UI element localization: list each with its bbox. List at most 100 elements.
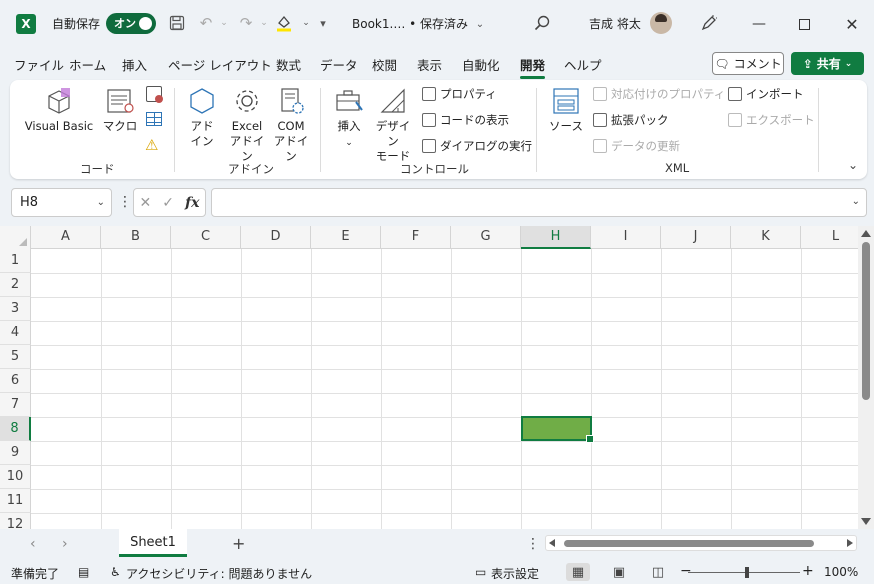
row-header-4[interactable]: 4 [0,321,31,345]
page-layout-view-icon[interactable]: ▣ [607,563,631,581]
close-icon[interactable]: ✕ [840,12,864,36]
vertical-scrollbar[interactable] [858,226,874,529]
accessibility-status[interactable]: アクセシビリティ: 問題ありません [126,565,312,582]
avatar[interactable] [650,12,672,34]
row-header-11[interactable]: 11 [0,489,31,513]
page-break-view-icon[interactable]: ◫ [646,563,670,581]
zoom-out-icon[interactable]: − [680,563,692,579]
redo-dropdown-icon[interactable]: ⌄ [254,13,274,33]
visual-basic-button[interactable]: Visual Basic [22,86,96,134]
column-header-j[interactable]: J [661,226,731,249]
row-header-6[interactable]: 6 [0,369,31,393]
customize-toolbar-icon[interactable]: ▾ [313,13,333,33]
cancel-icon[interactable]: ✕ [140,195,152,211]
cell-mode-icon[interactable]: ▤ [78,565,89,579]
spreadsheet-grid[interactable]: A B C D E F G H I J K L 1 2 3 4 5 6 7 8 … [0,226,858,529]
user-name[interactable]: 吉成 将太 [589,15,641,32]
addin-button[interactable]: アド イン [186,86,218,149]
row-header-9[interactable]: 9 [0,441,31,465]
tab-developer[interactable]: 開発 [520,53,546,79]
minimize-icon[interactable]: — [747,12,771,36]
record-macro-icon[interactable] [146,86,163,103]
run-dialog-button[interactable]: ダイアログの実行 [422,138,532,154]
more-options-icon[interactable]: ⋮ [118,194,132,210]
formula-expand-chevron-icon[interactable]: ⌄ [852,196,860,207]
view-code-button[interactable]: コードの表示 [422,112,509,128]
refresh-data-button[interactable]: データの更新 [593,138,680,154]
scroll-down-icon[interactable] [861,518,871,525]
row-header-3[interactable]: 3 [0,297,31,321]
tab-insert[interactable]: 挿入 [122,53,147,76]
scroll-up-icon[interactable] [861,230,871,237]
tab-automate[interactable]: 自動化 [462,53,500,76]
add-sheet-button[interactable]: + [232,534,245,553]
sheet-more-icon[interactable]: ⋮ [526,536,540,552]
expansion-packs-button[interactable]: 拡張パック [593,112,669,128]
row-header-5[interactable]: 5 [0,345,31,369]
comment-button[interactable]: 🗨 コメント [712,52,784,75]
row-header-2[interactable]: 2 [0,273,31,297]
row-header-10[interactable]: 10 [0,465,31,489]
sheet-prev-icon[interactable]: ‹ [30,536,36,552]
horizontal-scroll-thumb[interactable] [564,540,814,547]
column-header-a[interactable]: A [31,226,101,249]
scroll-right-icon[interactable] [847,539,853,547]
column-header-c[interactable]: C [171,226,241,249]
name-box-chevron-icon[interactable]: ⌄ [97,189,105,216]
tab-review[interactable]: 校閲 [372,53,397,76]
import-button[interactable]: インポート [728,86,804,102]
com-addin-button[interactable]: COM アドイン [270,86,312,164]
tab-page-layout[interactable]: ページ レイアウト [168,53,272,76]
search-icon[interactable] [532,13,552,33]
horizontal-scrollbar[interactable] [545,535,857,551]
design-mode-button[interactable]: デザイン モード [372,86,414,164]
properties-button[interactable]: プロパティ [422,86,497,102]
maximize-icon[interactable] [792,12,816,36]
column-header-l[interactable]: L [801,226,858,249]
tab-formulas[interactable]: 数式 [276,53,301,76]
zoom-slider[interactable] [688,572,800,573]
tab-help[interactable]: ヘルプ [564,53,602,76]
column-header-i[interactable]: I [591,226,661,249]
macro-security-icon[interactable]: ⚠ [145,136,158,154]
tab-home[interactable]: ホーム [69,53,106,76]
tab-view[interactable]: 表示 [417,53,442,76]
vertical-scroll-thumb[interactable] [862,242,870,400]
row-header-1[interactable]: 1 [0,249,31,273]
column-header-k[interactable]: K [731,226,801,249]
macro-button[interactable]: マクロ [100,86,140,134]
row-header-8[interactable]: 8 [0,417,31,441]
column-header-h[interactable]: H [521,226,591,249]
scroll-left-icon[interactable] [549,539,555,547]
normal-view-icon[interactable]: ▦ [566,563,590,581]
excel-addin-button[interactable]: Excel アドイン [226,86,268,164]
zoom-in-icon[interactable]: + [802,563,814,579]
enter-check-icon[interactable]: ✓ [162,195,174,211]
selected-cell-h8[interactable] [521,416,594,443]
zoom-slider-thumb[interactable] [745,567,749,578]
redo-icon[interactable]: ↷ [236,13,256,33]
display-settings[interactable]: 表示設定 [491,565,539,582]
xml-source-button[interactable]: ソース [546,86,586,134]
name-box[interactable]: H8 ⌄ [11,188,112,217]
undo-icon[interactable]: ↶ [196,13,216,33]
insert-function-button[interactable]: fx [185,195,199,211]
ribbon-collapse-chevron-icon[interactable]: ⌄ [848,158,858,172]
sheet-tab-sheet1[interactable]: Sheet1 [119,529,187,557]
formula-input[interactable]: ⌄ [211,188,867,217]
share-button[interactable]: ⇪ 共有 ⌄ [791,52,864,75]
row-header-12[interactable]: 12 [0,513,31,529]
column-header-e[interactable]: E [311,226,381,249]
display-settings-icon[interactable]: ▭ [475,565,486,579]
fill-color-icon[interactable] [274,13,294,33]
column-header-f[interactable]: F [381,226,451,249]
undo-dropdown-icon[interactable]: ⌄ [214,13,234,33]
column-header-b[interactable]: B [101,226,171,249]
tab-data[interactable]: データ [320,53,358,76]
zoom-level[interactable]: 100% [824,565,858,579]
export-button[interactable]: エクスポート [728,112,815,128]
column-header-g[interactable]: G [451,226,521,249]
document-title[interactable]: Book1.… • 保存済み [352,15,468,32]
relative-reference-icon[interactable] [146,112,162,126]
autosave-toggle[interactable]: オン [106,13,156,34]
